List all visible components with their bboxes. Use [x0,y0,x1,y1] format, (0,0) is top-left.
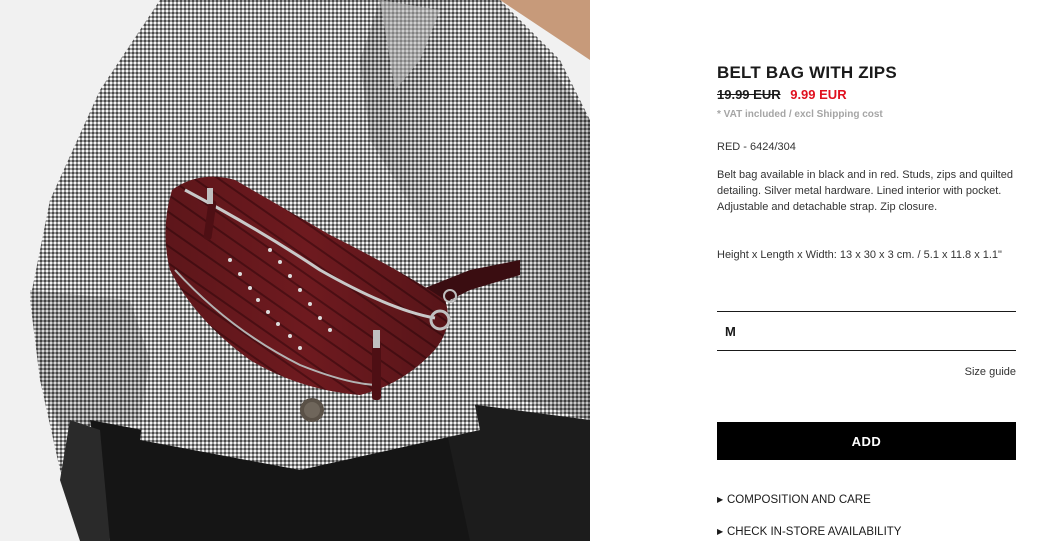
composition-and-care-link[interactable]: ▶ COMPOSITION AND CARE [717,494,871,506]
product-title: BELT BAG WITH ZIPS [717,63,897,82]
triangle-right-icon: ▶ [717,495,724,504]
size-guide-link[interactable]: Size guide [965,366,1016,378]
triangle-right-icon: ▶ [717,527,724,536]
product-description: Belt bag available in black and in red. … [717,169,1013,213]
vat-note: * VAT included / excl Shipping cost [717,109,883,120]
add-to-cart-button[interactable]: ADD [717,422,1016,460]
link-label: CHECK IN-STORE AVAILABILITY [727,526,902,538]
original-price: 19.99 EUR [717,87,781,102]
link-label: COMPOSITION AND CARE [727,494,871,506]
product-dimensions: Height x Length x Width: 13 x 30 x 3 cm.… [717,249,1002,261]
product-reference: RED - 6424/304 [717,141,796,153]
product-image[interactable] [0,0,590,541]
selected-size: M [725,324,736,339]
size-selector[interactable]: M [717,311,1016,351]
price-block: 19.99 EUR 9.99 EUR [717,87,847,102]
product-photo-illustration [0,0,590,541]
sale-price: 9.99 EUR [790,87,847,102]
check-store-availability-link[interactable]: ▶ CHECK IN-STORE AVAILABILITY [717,526,901,538]
